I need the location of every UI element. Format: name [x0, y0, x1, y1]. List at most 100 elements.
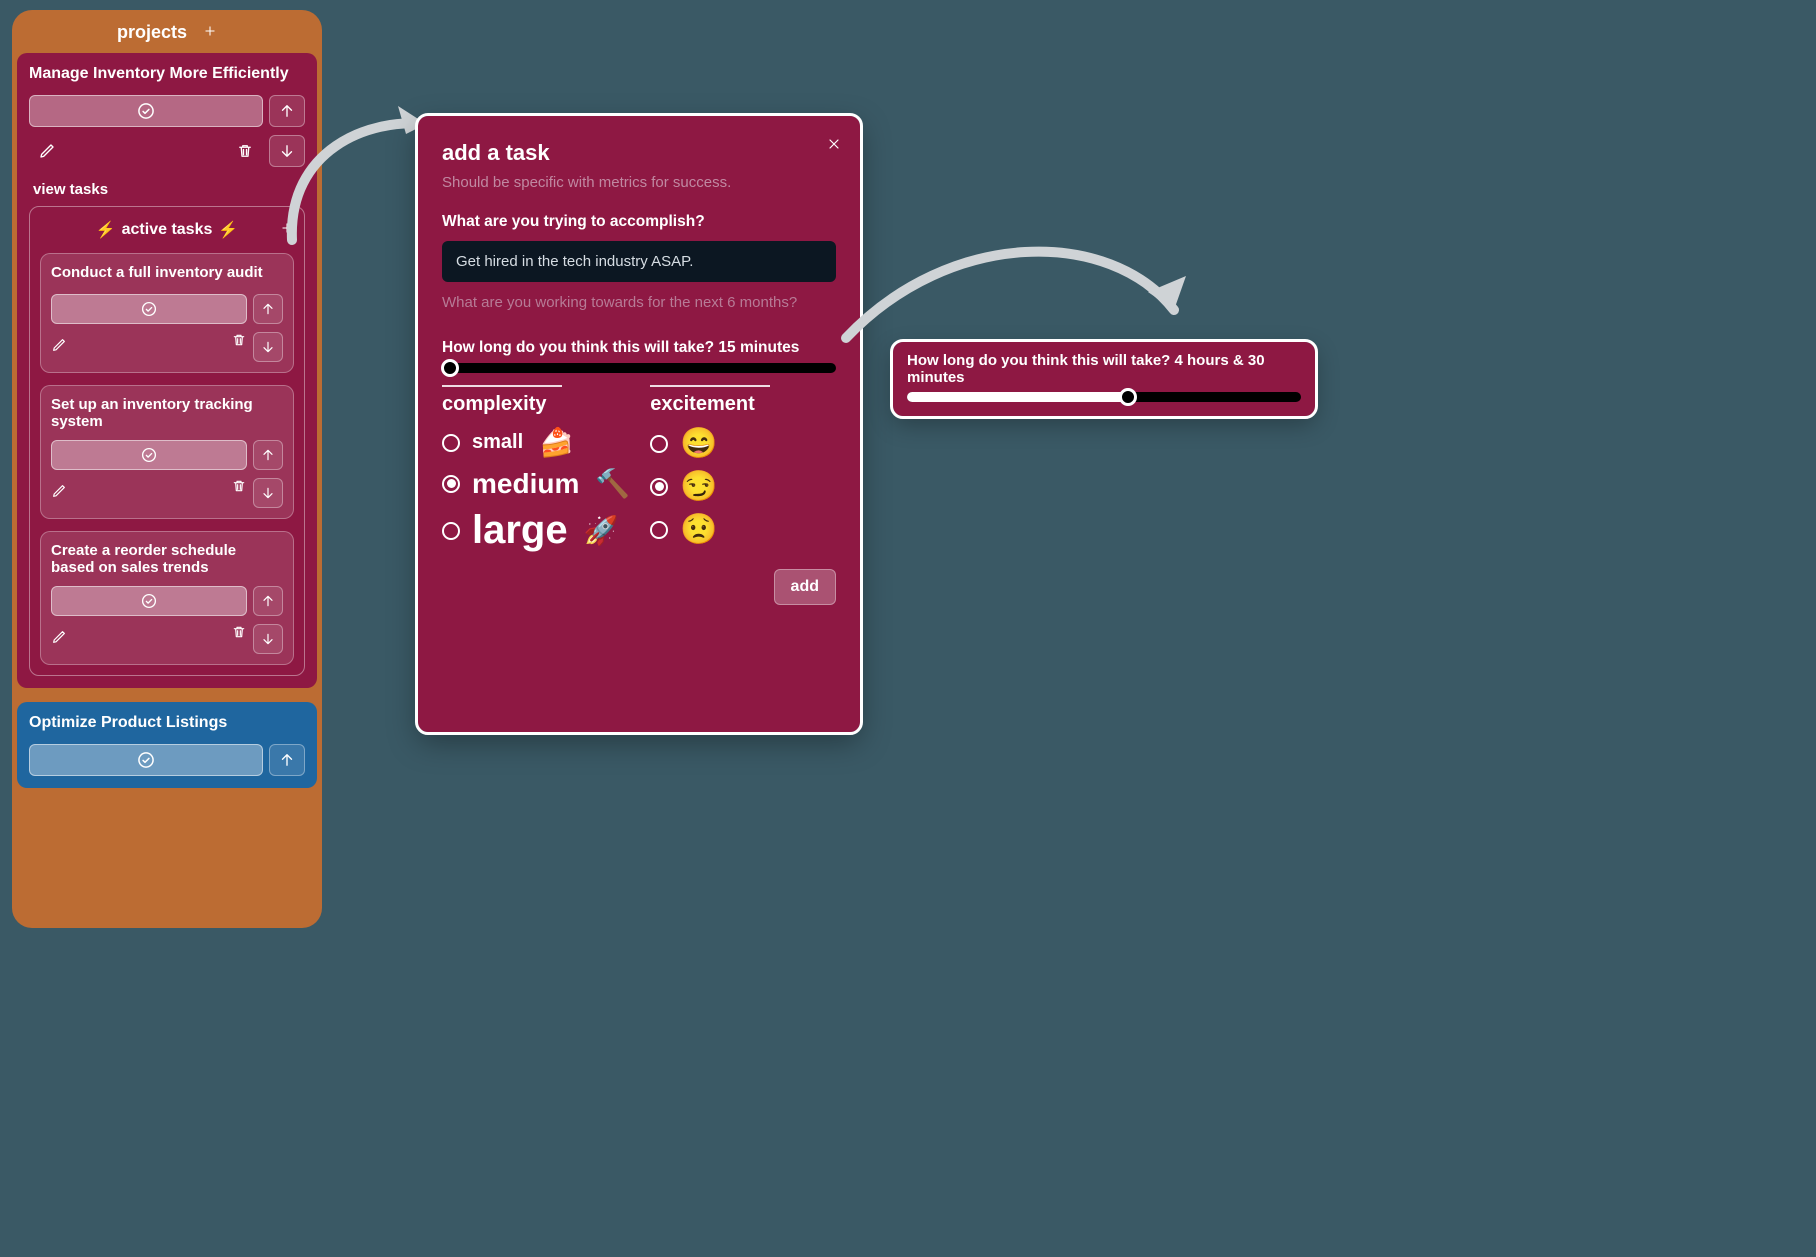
- arrow-up-icon: [260, 447, 276, 463]
- complexity-label: small: [472, 431, 523, 454]
- accomplish-input[interactable]: Get hired in the tech industry ASAP.: [442, 241, 836, 282]
- arrow-up-icon: [260, 301, 276, 317]
- check-circle-icon: [136, 101, 156, 121]
- plus-icon: [280, 221, 294, 235]
- pencil-icon: [51, 629, 67, 645]
- arrow-down-icon: [260, 485, 276, 501]
- move-up-button[interactable]: [269, 95, 305, 127]
- delete-task-button[interactable]: [231, 332, 247, 362]
- move-down-button[interactable]: [253, 624, 283, 654]
- complexity-option-medium[interactable]: medium 🔨: [442, 467, 630, 500]
- arrow-down-icon: [278, 142, 296, 160]
- move-up-button[interactable]: [253, 294, 283, 324]
- slider-thumb[interactable]: [441, 359, 459, 377]
- radio-icon: [442, 434, 460, 452]
- complete-task-button[interactable]: [51, 294, 247, 324]
- pencil-icon: [51, 483, 67, 499]
- complexity-option-large[interactable]: large 🚀: [442, 508, 630, 553]
- task-item: Conduct a full inventory audit: [40, 253, 294, 373]
- complexity-header: complexity: [442, 393, 630, 416]
- add-task-modal: add a task Should be specific with metri…: [418, 116, 860, 732]
- move-up-button[interactable]: [269, 744, 305, 776]
- projects-sidebar: projects Manage Inventory More Efficient…: [12, 10, 322, 928]
- excitement-option-2[interactable]: 😟: [650, 512, 836, 547]
- arrow-down-icon: [260, 339, 276, 355]
- bolt-icon: ⚡: [218, 220, 238, 240]
- bolt-icon: ⚡: [96, 220, 116, 240]
- arrow-up-icon: [278, 102, 296, 120]
- trash-icon: [231, 624, 247, 640]
- accomplish-question: What are you trying to accomplish?: [442, 213, 836, 231]
- complexity-group: complexity small 🍰 medium 🔨 large 🚀: [442, 385, 630, 561]
- edit-task-button[interactable]: [51, 483, 67, 504]
- trash-icon: [231, 478, 247, 494]
- excitement-emoji-icon: 😄: [680, 426, 717, 461]
- move-down-button[interactable]: [253, 478, 283, 508]
- excitement-option-0[interactable]: 😄: [650, 426, 836, 461]
- arrow-up-icon: [278, 751, 296, 769]
- active-tasks-box: ⚡ active tasks ⚡ Conduct a full inventor…: [29, 206, 305, 676]
- projects-header-label: projects: [117, 22, 187, 43]
- duration-slider[interactable]: [442, 363, 836, 373]
- task-title: Create a reorder schedule based on sales…: [51, 542, 283, 576]
- move-down-button[interactable]: [253, 332, 283, 362]
- task-item: Set up an inventory tracking system: [40, 385, 294, 519]
- task-item: Create a reorder schedule based on sales…: [40, 531, 294, 665]
- arrow-up-icon: [260, 593, 276, 609]
- task-title: Conduct a full inventory audit: [51, 264, 283, 284]
- duration-slider-label: How long do you think this will take? 4 …: [907, 352, 1301, 386]
- complete-project-button[interactable]: [29, 95, 263, 127]
- complexity-label: medium: [472, 468, 579, 500]
- excitement-emoji-icon: 😏: [680, 469, 717, 504]
- add-project-button[interactable]: [203, 22, 217, 43]
- check-circle-icon: [140, 446, 158, 464]
- accomplish-hint: What are you working towards for the nex…: [442, 294, 836, 311]
- edit-project-button[interactable]: [29, 136, 65, 166]
- add-button[interactable]: add: [774, 569, 836, 605]
- delete-task-button[interactable]: [231, 478, 247, 508]
- check-circle-icon: [140, 592, 158, 610]
- radio-icon: [650, 521, 668, 539]
- add-task-button[interactable]: [280, 221, 294, 240]
- radio-icon: [442, 475, 460, 493]
- complexity-emoji-icon: 🚀: [584, 514, 619, 547]
- project-title: Manage Inventory More Efficiently: [29, 65, 305, 83]
- plus-icon: [203, 24, 217, 38]
- slider-thumb[interactable]: [1119, 388, 1137, 406]
- delete-task-button[interactable]: [231, 624, 247, 654]
- active-tasks-label: active tasks: [122, 221, 213, 239]
- excitement-option-1[interactable]: 😏: [650, 469, 836, 504]
- complexity-option-small[interactable]: small 🍰: [442, 426, 630, 459]
- complexity-label: large: [472, 508, 568, 553]
- radio-icon: [650, 478, 668, 496]
- complexity-emoji-icon: 🍰: [539, 426, 574, 459]
- trash-icon: [236, 142, 254, 160]
- excitement-emoji-icon: 😟: [680, 512, 717, 547]
- complexity-emoji-icon: 🔨: [595, 467, 630, 500]
- move-up-button[interactable]: [253, 586, 283, 616]
- close-button[interactable]: [824, 134, 844, 154]
- radio-icon: [650, 435, 668, 453]
- edit-task-button[interactable]: [51, 629, 67, 650]
- excitement-group: excitement 😄 😏 😟: [650, 385, 836, 561]
- project-card: Manage Inventory More Efficiently: [17, 53, 317, 688]
- move-up-button[interactable]: [253, 440, 283, 470]
- arrow-down-icon: [260, 631, 276, 647]
- excitement-header: excitement: [650, 393, 836, 416]
- move-down-button[interactable]: [269, 135, 305, 167]
- complete-task-button[interactable]: [51, 440, 247, 470]
- duration-slider-label: How long do you think this will take? 15…: [442, 339, 836, 357]
- complete-project-button[interactable]: [29, 744, 263, 776]
- project-title: Optimize Product Listings: [29, 714, 305, 732]
- projects-header: projects: [17, 15, 317, 49]
- pencil-icon: [51, 337, 67, 353]
- complete-task-button[interactable]: [51, 586, 247, 616]
- pencil-icon: [38, 142, 56, 160]
- modal-subtitle: Should be specific with metrics for succ…: [442, 174, 836, 191]
- close-icon: [826, 136, 842, 152]
- duration-slider[interactable]: [907, 392, 1301, 402]
- task-title: Set up an inventory tracking system: [51, 396, 283, 430]
- trash-icon: [231, 332, 247, 348]
- delete-project-button[interactable]: [227, 136, 263, 166]
- edit-task-button[interactable]: [51, 337, 67, 358]
